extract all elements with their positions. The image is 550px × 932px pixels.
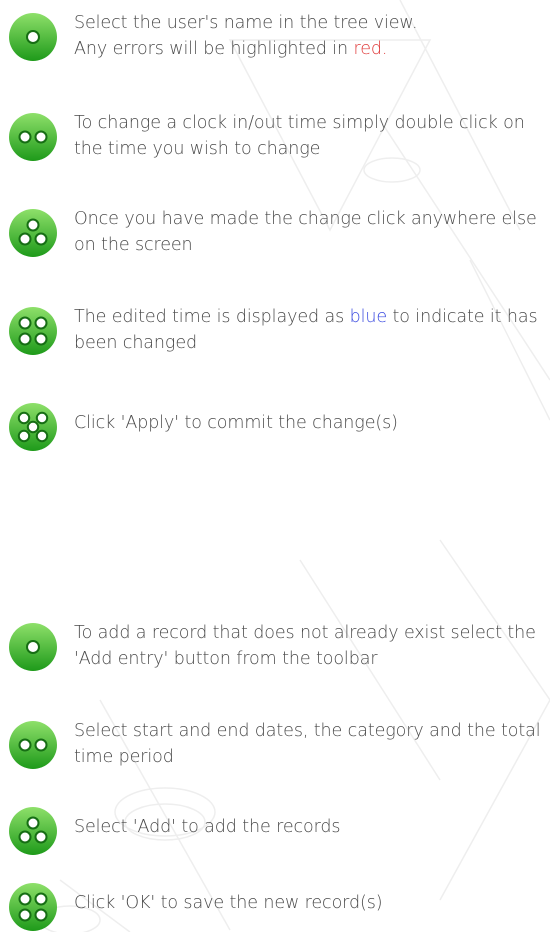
step-4-edited-blue: The edited time is displayed as blue to …: [8, 304, 550, 356]
step-two-dots-icon: [9, 113, 57, 161]
step-4-text-before: The edited time is displayed as: [74, 307, 350, 327]
red-highlight: red.: [353, 39, 388, 59]
step-three-dots-icon: [9, 807, 57, 855]
step-b1-text: To add a record that does not already ex…: [74, 623, 536, 669]
step-b2-text: Select start and end dates, the category…: [74, 721, 541, 767]
step-2-double-click: To change a clock in/out time simply dou…: [8, 110, 550, 162]
step-5-text: Click 'Apply' to commit the change(s): [74, 413, 398, 433]
step-one-dot-icon: [9, 13, 57, 61]
step-b3-text: Select 'Add' to add the records: [74, 817, 341, 837]
step-five-dots-icon: [9, 403, 57, 451]
step-two-dots-icon: [9, 721, 57, 769]
step-four-dots-icon: [9, 307, 57, 355]
step-5-apply: Click 'Apply' to commit the change(s): [8, 400, 550, 452]
step-b4-ok: Click 'OK' to save the new record(s): [8, 880, 550, 932]
step-one-dot-icon: [9, 623, 57, 671]
step-3-text: Once you have made the change click anyw…: [74, 209, 537, 255]
step-b4-text: Click 'OK' to save the new record(s): [74, 893, 383, 913]
step-1-line-1: Select the user's name in the tree view.: [74, 13, 418, 33]
step-3-click-elsewhere: Once you have made the change click anyw…: [8, 206, 550, 258]
step-1-select-user: Select the user's name in the tree view.…: [8, 10, 550, 62]
blue-highlight: blue: [349, 307, 388, 327]
step-b2-select-dates: Select start and end dates, the category…: [8, 718, 550, 770]
step-b3-add: Select 'Add' to add the records: [8, 804, 550, 856]
step-1-line-2: Any errors will be highlighted in: [74, 39, 354, 59]
step-b1-add-entry: To add a record that does not already ex…: [8, 620, 550, 672]
step-four-dots-icon: [9, 883, 57, 931]
step-three-dots-icon: [9, 209, 57, 257]
step-2-text: To change a clock in/out time simply dou…: [74, 113, 525, 159]
